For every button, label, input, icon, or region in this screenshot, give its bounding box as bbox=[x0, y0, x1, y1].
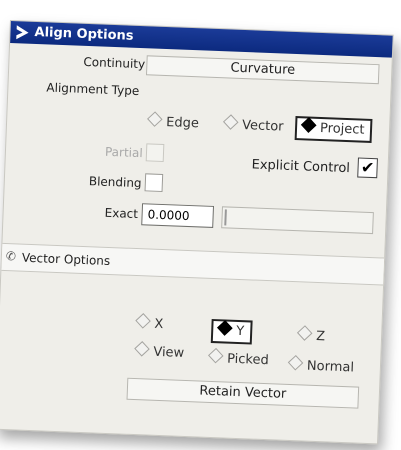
alignment-vector-radio[interactable]: Vector bbox=[222, 114, 284, 135]
window-title: Align Options bbox=[34, 24, 134, 44]
diamond-radio-icon bbox=[207, 347, 224, 364]
explicit-control-label: Explicit Control bbox=[251, 157, 351, 177]
diamond-radio-icon bbox=[147, 111, 163, 127]
slider-handle[interactable] bbox=[224, 209, 227, 226]
project-option-label: Project bbox=[319, 120, 365, 138]
picked-option-label: Picked bbox=[226, 351, 270, 369]
blending-label: Blending bbox=[88, 174, 142, 191]
vector-y-radio[interactable]: Y bbox=[210, 318, 253, 345]
alignment-edge-radio[interactable]: Edge bbox=[147, 111, 200, 132]
explicit-control-checkbox[interactable]: ✔ bbox=[357, 157, 378, 179]
align-options-panel: Align Options Continuity Curvature Align… bbox=[0, 20, 394, 445]
partial-label: Partial bbox=[104, 144, 143, 161]
y-option-label: Y bbox=[235, 323, 245, 340]
partial-checkbox[interactable] bbox=[145, 143, 165, 163]
z-option-label: Z bbox=[315, 328, 326, 345]
vector-options-title: Vector Options bbox=[21, 250, 111, 269]
exact-label: Exact bbox=[104, 205, 139, 222]
chevron-right-icon bbox=[16, 25, 29, 40]
exact-input[interactable]: 0.0000 bbox=[141, 203, 215, 228]
vector-options-header[interactable]: ✆ Vector Options bbox=[1, 242, 385, 286]
diamond-radio-selected-icon bbox=[300, 117, 317, 133]
view-option-label: View bbox=[153, 344, 185, 361]
vector-picked-radio[interactable]: Picked bbox=[207, 347, 270, 369]
diamond-radio-selected-icon bbox=[217, 320, 233, 336]
vector-x-radio[interactable]: X bbox=[135, 313, 164, 333]
continuity-dropdown[interactable]: Curvature bbox=[145, 55, 380, 85]
edge-option-label: Edge bbox=[165, 115, 200, 132]
blending-checkbox[interactable] bbox=[144, 173, 164, 192]
normal-option-label: Normal bbox=[306, 358, 355, 376]
diamond-radio-icon bbox=[222, 114, 239, 130]
vector-view-radio[interactable]: View bbox=[134, 341, 185, 361]
alignment-type-label: Alignment Type bbox=[46, 80, 140, 99]
diamond-radio-icon bbox=[296, 325, 313, 341]
vector-option-label: Vector bbox=[241, 117, 284, 135]
retain-vector-button[interactable]: Retain Vector bbox=[126, 377, 360, 409]
pin-icon[interactable]: ✆ bbox=[6, 249, 17, 263]
title-bar: Align Options bbox=[10, 21, 393, 58]
continuity-label: Continuity bbox=[83, 54, 146, 72]
diamond-radio-icon bbox=[134, 341, 150, 357]
diamond-radio-icon bbox=[135, 313, 151, 329]
exact-slider[interactable] bbox=[221, 206, 374, 235]
vector-z-radio[interactable]: Z bbox=[296, 325, 326, 345]
x-option-label: X bbox=[154, 316, 164, 333]
alignment-project-radio[interactable]: Project bbox=[294, 116, 373, 143]
vector-normal-radio[interactable]: Normal bbox=[287, 354, 355, 376]
diamond-radio-icon bbox=[287, 354, 304, 371]
